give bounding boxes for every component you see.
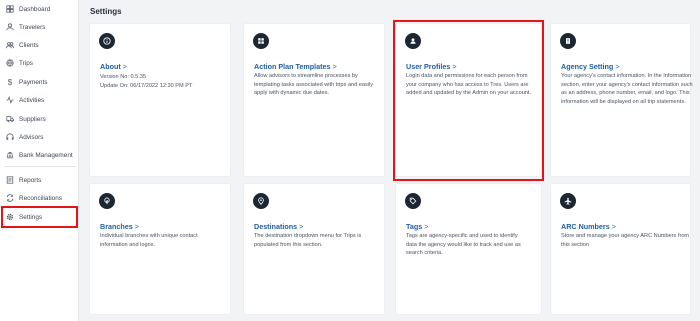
sidebar-item-label: Payments (19, 78, 48, 86)
activities-icon (5, 95, 15, 105)
sidebar-item-label: Clients (19, 41, 39, 49)
sidebar-item-reports[interactable]: Reports (0, 172, 78, 188)
tree-icon (99, 193, 115, 209)
settings-highlight-box (1, 206, 78, 228)
action-plan-desc: Allow advisors to streamline processes b… (254, 73, 374, 97)
building-icon (560, 33, 576, 49)
trips-icon (5, 58, 15, 68)
sidebar-item-label: Suppliers (19, 115, 46, 123)
user-profiles-highlight-box (393, 20, 544, 181)
tag-icon (405, 193, 421, 209)
tags-card[interactable]: Tags > Tags are agency-specific and used … (396, 184, 541, 314)
arc-numbers-card[interactable]: ARC Numbers > Store and manage your agenc… (551, 184, 690, 314)
sidebar-item-label: Trips (19, 59, 33, 67)
destinations-desc: The destination dropdown menu for Trips … (254, 233, 362, 248)
sidebar-item-suppliers[interactable]: Suppliers (0, 111, 78, 127)
advisors-icon (5, 132, 15, 142)
sidebar-item-activities[interactable]: Activities (0, 92, 78, 108)
sidebar-item-label: Dashboard (19, 5, 51, 13)
sidebar-item-label: Bank Management (19, 151, 73, 159)
sidebar-item-clients[interactable]: Clients (0, 37, 78, 53)
agency-setting-title[interactable]: Agency Setting > (561, 62, 620, 71)
agency-setting-card[interactable]: Agency Setting > Your agency's contact in… (551, 24, 693, 176)
about-title[interactable]: About > (100, 62, 127, 71)
grid-icon (253, 33, 269, 49)
version-text: Version No: 0.5.35 (100, 74, 147, 80)
branches-card[interactable]: Branches > Individual branches with uniqu… (90, 184, 230, 314)
sidebar-item-payments[interactable]: $ Payments (0, 74, 78, 90)
tags-desc: Tags are agency-specific and used to ide… (406, 233, 521, 257)
sidebar-divider (4, 166, 76, 167)
sidebar-item-travelers[interactable]: Travelers (0, 19, 78, 35)
suppliers-icon (5, 114, 15, 124)
info-icon (99, 33, 115, 49)
sidebar-item-bank-management[interactable]: Bank Management (0, 147, 78, 163)
bank-icon (5, 150, 15, 160)
arc-numbers-desc: Store and manage your agency ARC Numbers… (561, 233, 690, 248)
about-card[interactable]: About > Version No: 0.5.35 Update On: 06/… (90, 24, 230, 176)
location-pin-icon (253, 193, 269, 209)
dashboard-icon (5, 4, 15, 14)
airplane-icon (560, 193, 576, 209)
destinations-card[interactable]: Destinations > The destination dropdown m… (244, 184, 384, 314)
agency-setting-desc: Your agency's contact information. In th… (561, 73, 693, 105)
sidebar-item-label: Reports (19, 176, 42, 184)
sidebar: Dashboard Travelers Clients Trips $ Paym… (0, 0, 79, 321)
sidebar-item-dashboard[interactable]: Dashboard (0, 1, 78, 17)
sidebar-item-label: Advisors (19, 133, 44, 141)
sidebar-item-label: Reconciliations (19, 194, 62, 202)
reports-icon (5, 175, 15, 185)
sidebar-item-advisors[interactable]: Advisors (0, 129, 78, 145)
sidebar-item-trips[interactable]: Trips (0, 55, 78, 71)
tags-title[interactable]: Tags > (406, 222, 428, 231)
sidebar-item-reconciliations[interactable]: Reconciliations (0, 190, 78, 206)
destinations-title[interactable]: Destinations > (254, 222, 303, 231)
branches-title[interactable]: Branches > (100, 222, 139, 231)
sidebar-item-label: Activities (19, 96, 45, 104)
sidebar-item-label: Travelers (19, 23, 46, 31)
branches-desc: Individual branches with unique contact … (100, 233, 198, 248)
action-plan-title[interactable]: Action Plan Templates > (254, 62, 337, 71)
update-date-text: Update On: 06/17/2022 12:30 PM PT (100, 83, 193, 89)
payments-icon: $ (7, 77, 13, 87)
travelers-icon (5, 22, 15, 32)
reconciliations-icon (5, 193, 15, 203)
arc-numbers-title[interactable]: ARC Numbers > (561, 222, 616, 231)
page-title: Settings (90, 7, 122, 16)
clients-icon (5, 40, 15, 50)
action-plan-card[interactable]: Action Plan Templates > Allow advisors to… (244, 24, 384, 176)
